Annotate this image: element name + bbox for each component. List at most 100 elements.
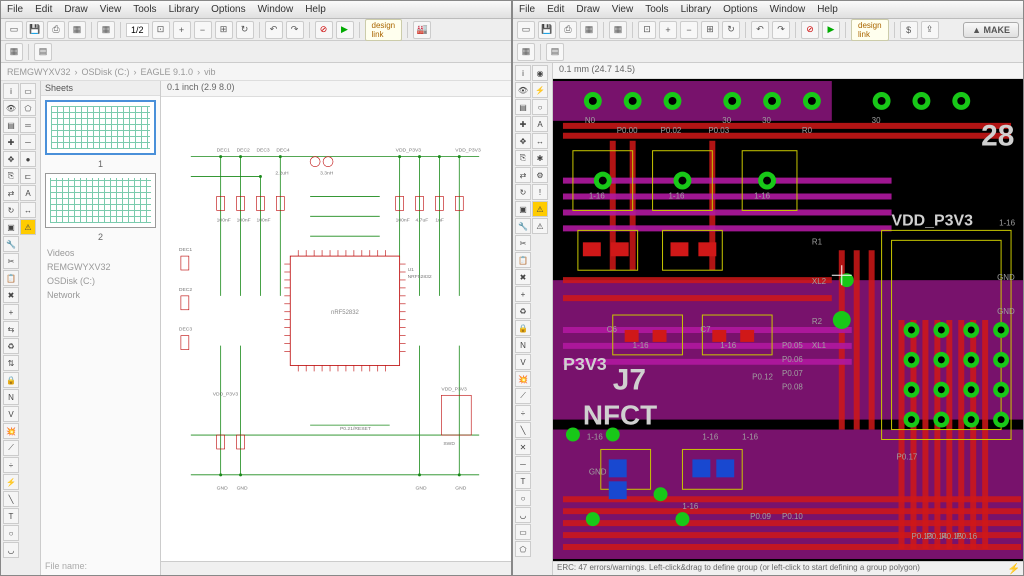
- mark-tool-icon[interactable]: ✚: [515, 116, 531, 132]
- undo-icon[interactable]: ↶: [751, 21, 769, 39]
- file-item[interactable]: REMGWYXV32: [47, 260, 154, 274]
- show-tool-icon[interactable]: 👁: [515, 82, 531, 98]
- attribute-tool-icon[interactable]: A: [532, 116, 548, 132]
- schematic-drawing[interactable]: nRF52832: [161, 97, 511, 561]
- menu-options[interactable]: Options: [211, 4, 245, 15]
- cut-tool-icon[interactable]: ✂: [3, 253, 19, 269]
- text-tool-icon[interactable]: T: [3, 508, 19, 524]
- move-tool-icon[interactable]: ✥: [3, 151, 19, 167]
- rect-tool-icon[interactable]: ▭: [515, 524, 531, 540]
- schematic-switch-icon[interactable]: ▦: [609, 21, 627, 39]
- bc-part[interactable]: EAGLE 9.1.0: [141, 67, 194, 77]
- via-tool-icon[interactable]: ◉: [532, 65, 548, 81]
- board-canvas[interactable]: 32 MCU B 28 VDD_P3V3 P3V3 J7 NFCT N03030…: [553, 79, 1023, 561]
- menubar-left[interactable]: File Edit Draw View Tools Library Option…: [1, 1, 511, 19]
- menubar-right[interactable]: File Edit Draw View Tools Library Option…: [513, 1, 1023, 19]
- attribute-tool-icon[interactable]: A: [20, 185, 36, 201]
- breadcrumb-left[interactable]: REMGWYXV32 › OSDisk (C:) › EAGLE 9.1.0 ›…: [1, 63, 511, 81]
- zoom-select[interactable]: 1/2: [126, 23, 149, 37]
- erc-tool-icon[interactable]: ⚠: [20, 219, 36, 235]
- name-tool-icon[interactable]: N: [3, 389, 19, 405]
- save-icon[interactable]: 💾: [538, 21, 556, 39]
- delete-tool-icon[interactable]: ✖: [515, 269, 531, 285]
- go-icon[interactable]: ▶: [336, 21, 354, 39]
- group-tool-icon[interactable]: ▣: [3, 219, 19, 235]
- label-tool-icon[interactable]: ⊏: [20, 168, 36, 184]
- delete-tool-icon[interactable]: ✖: [3, 287, 19, 303]
- redraw-icon[interactable]: ↻: [236, 21, 254, 39]
- poly-tool-icon[interactable]: ⬠: [20, 100, 36, 116]
- split-tool-icon[interactable]: ÷: [515, 405, 531, 421]
- zoom-select-icon[interactable]: ⊞: [215, 21, 233, 39]
- cut-tool-icon[interactable]: ✂: [515, 235, 531, 251]
- grid-icon[interactable]: ▦: [5, 43, 23, 61]
- sheet-thumb-2[interactable]: [45, 173, 156, 228]
- zoom-out-icon[interactable]: −: [680, 21, 698, 39]
- schematic-canvas[interactable]: nRF52832: [161, 97, 511, 561]
- bc-part[interactable]: OSDisk (C:): [82, 67, 130, 77]
- menu-tools[interactable]: Tools: [645, 4, 668, 15]
- menu-draw[interactable]: Draw: [576, 4, 599, 15]
- rotate-tool-icon[interactable]: ↻: [3, 202, 19, 218]
- zoom-in-icon[interactable]: +: [659, 21, 677, 39]
- stop-icon[interactable]: ⊘: [315, 21, 333, 39]
- menu-edit[interactable]: Edit: [35, 4, 52, 15]
- circle-tool-icon[interactable]: ○: [515, 490, 531, 506]
- make-button[interactable]: ▲ MAKE: [963, 22, 1019, 38]
- zoom-select-icon[interactable]: ⊞: [701, 21, 719, 39]
- file-item[interactable]: Videos: [47, 246, 154, 260]
- copy-tool-icon[interactable]: ⎘: [515, 150, 531, 166]
- go-icon[interactable]: ▶: [822, 21, 840, 39]
- zoom-fit-icon[interactable]: ⊡: [638, 21, 656, 39]
- menu-draw[interactable]: Draw: [64, 4, 87, 15]
- mark-tool-icon[interactable]: ✚: [3, 134, 19, 150]
- design-link-badge[interactable]: designlink: [365, 19, 403, 41]
- open-icon[interactable]: ▭: [5, 21, 23, 39]
- copy-tool-icon[interactable]: ⎘: [3, 168, 19, 184]
- mirror-tool-icon[interactable]: ⇄: [3, 185, 19, 201]
- bus-tool-icon[interactable]: ═: [20, 117, 36, 133]
- dimension-tool-icon[interactable]: ↔: [20, 202, 36, 218]
- miter-tool-icon[interactable]: ⟋: [515, 388, 531, 404]
- menu-window[interactable]: Window: [258, 4, 294, 15]
- zoom-out-icon[interactable]: −: [194, 21, 212, 39]
- rect-tool-icon[interactable]: ▭: [20, 83, 36, 99]
- move-tool-icon[interactable]: ✥: [515, 133, 531, 149]
- cam-icon[interactable]: ▦: [580, 21, 598, 39]
- layer-icon[interactable]: ▤: [34, 43, 52, 61]
- replace-tool-icon[interactable]: ♻: [515, 303, 531, 319]
- grid-icon[interactable]: ▦: [517, 43, 535, 61]
- menu-window[interactable]: Window: [770, 4, 806, 15]
- info-tool-icon[interactable]: i: [515, 65, 531, 81]
- redo-icon[interactable]: ↷: [772, 21, 790, 39]
- sheet-thumb-1[interactable]: [45, 100, 156, 155]
- miter-tool-icon[interactable]: ⟋: [3, 440, 19, 456]
- ripup-tool-icon[interactable]: ✕: [515, 439, 531, 455]
- undo-icon[interactable]: ↶: [265, 21, 283, 39]
- board-drawing[interactable]: 32 MCU B 28 VDD_P3V3 P3V3 J7 NFCT N03030…: [553, 79, 1023, 561]
- save-icon[interactable]: 💾: [26, 21, 44, 39]
- menu-options[interactable]: Options: [723, 4, 757, 15]
- pcb-quote-icon[interactable]: $: [900, 21, 918, 39]
- menu-view[interactable]: View: [100, 4, 122, 15]
- value-tool-icon[interactable]: V: [3, 406, 19, 422]
- show-tool-icon[interactable]: 👁: [3, 100, 19, 116]
- arc-tool-icon[interactable]: ◡: [3, 542, 19, 558]
- menu-help[interactable]: Help: [817, 4, 838, 15]
- junction-tool-icon[interactable]: ●: [20, 151, 36, 167]
- smash-tool-icon[interactable]: 💥: [3, 423, 19, 439]
- change-tool-icon[interactable]: 🔧: [515, 218, 531, 234]
- zoom-fit-icon[interactable]: ⊡: [152, 21, 170, 39]
- value-tool-icon[interactable]: V: [515, 354, 531, 370]
- layer-icon[interactable]: ▤: [546, 43, 564, 61]
- menu-file[interactable]: File: [7, 4, 23, 15]
- open-icon[interactable]: ▭: [517, 21, 535, 39]
- net-tool-icon[interactable]: ─: [20, 134, 36, 150]
- hole-tool-icon[interactable]: ○: [532, 99, 548, 115]
- cam-icon[interactable]: ▦: [68, 21, 86, 39]
- invoke-tool-icon[interactable]: ⚡: [3, 474, 19, 490]
- layer-tool-icon[interactable]: ▤: [3, 117, 19, 133]
- manufacture-icon[interactable]: 🏭: [413, 21, 431, 39]
- zoom-in-icon[interactable]: +: [173, 21, 191, 39]
- smash-tool-icon[interactable]: 💥: [515, 371, 531, 387]
